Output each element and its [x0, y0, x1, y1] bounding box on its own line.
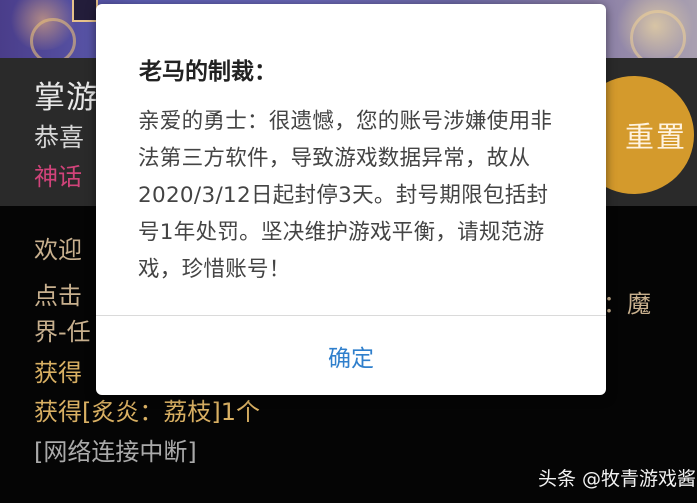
- dialog-message: 亲爱的勇士：很遗憾，您的账号涉嫌使用非法第三方软件，导致游戏数据异常，故从202…: [138, 109, 553, 282]
- network-status: [网络连接中断]: [34, 438, 197, 466]
- watermark: 头条 @牧青游戏酱: [538, 468, 697, 490]
- dialog-title: 老马的制裁：: [139, 59, 277, 85]
- log-line: 界-任: [34, 318, 91, 346]
- confirm-button[interactable]: 确定: [96, 316, 606, 395]
- ban-notice-dialog: 老马的制裁： 亲爱的勇士：很遗憾，您的账号涉嫌使用非法第三方软件，导致游戏数据异…: [96, 4, 606, 395]
- reset-button-label: 重置: [624, 120, 687, 154]
- log-line: 点击: [34, 282, 82, 310]
- banner-thumbnail: [72, 0, 98, 22]
- log-line: 获得: [34, 359, 82, 387]
- myth-label: 神话: [34, 163, 82, 191]
- log-line: 获得[炙炎：荔枝]1个: [34, 398, 260, 426]
- log-line-fragment: ：魔: [603, 290, 651, 318]
- game-title: 掌游: [34, 80, 98, 116]
- log-line: 欢迎: [34, 236, 82, 264]
- congrats-text: 恭喜: [34, 123, 85, 152]
